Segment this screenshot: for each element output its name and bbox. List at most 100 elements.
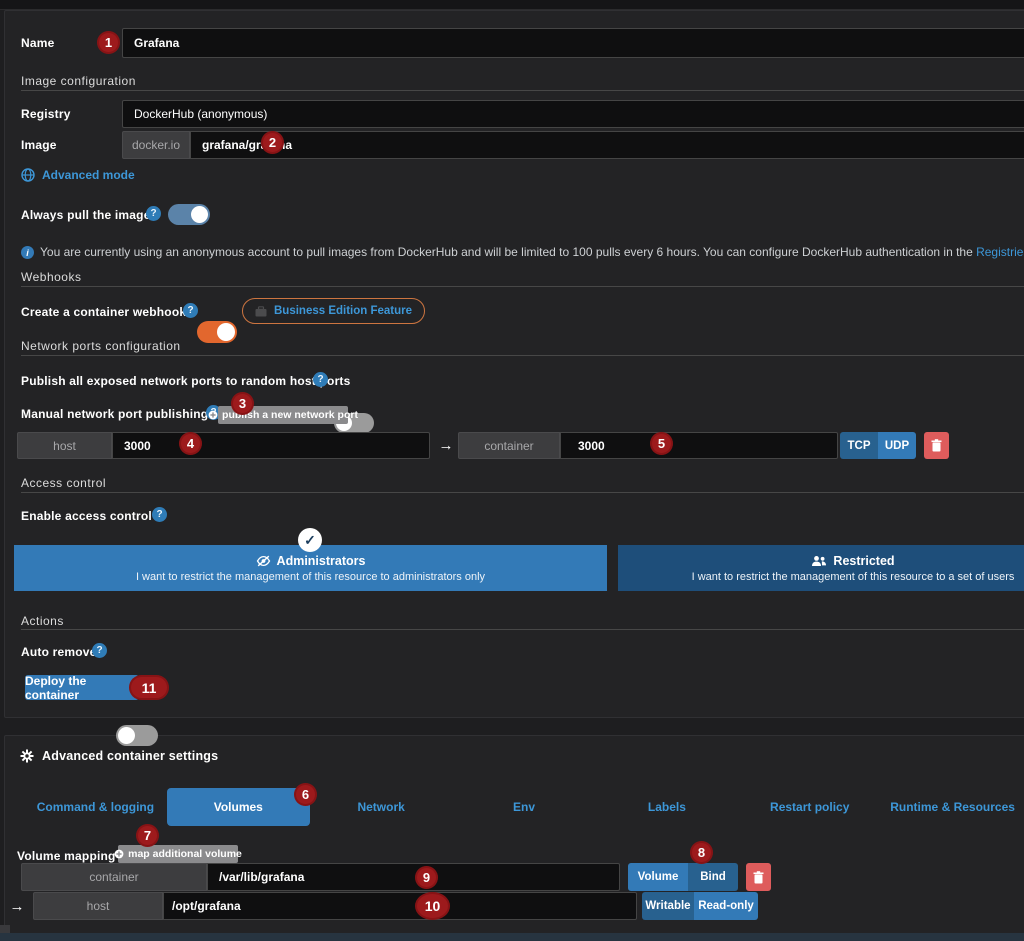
annotation-badge-2: 2 bbox=[261, 131, 284, 154]
tcp-button[interactable]: TCP bbox=[840, 432, 878, 459]
info-icon: i bbox=[21, 246, 34, 259]
business-edition-label: Business Edition Feature bbox=[274, 305, 412, 317]
restricted-description: I want to restrict the management of thi… bbox=[692, 571, 1015, 583]
section-divider bbox=[21, 90, 1024, 91]
annotation-badge-10: 10 bbox=[415, 892, 450, 920]
advanced-settings-title: Advanced container settings bbox=[42, 749, 218, 763]
image-registry-addon: docker.io bbox=[122, 131, 190, 159]
host-port-input[interactable] bbox=[112, 432, 430, 459]
help-icon[interactable]: ? bbox=[183, 303, 198, 318]
volume-type-bind-button[interactable]: Bind bbox=[688, 863, 738, 891]
tab-network[interactable]: Network bbox=[310, 788, 453, 826]
administrators-description: I want to restrict the management of thi… bbox=[136, 571, 485, 583]
map-additional-volume-label: map additional volume bbox=[128, 848, 242, 860]
help-icon[interactable]: ? bbox=[146, 206, 161, 221]
tab-command-logging[interactable]: Command & logging bbox=[24, 788, 167, 826]
container-port-addon: container bbox=[458, 432, 560, 459]
udp-button[interactable]: UDP bbox=[878, 432, 916, 459]
trash-icon bbox=[931, 439, 942, 452]
advanced-settings-tabs: Command & logging Volumes Network Env La… bbox=[24, 788, 1024, 826]
globe-icon bbox=[21, 168, 35, 182]
section-title-image-configuration: Image configuration bbox=[21, 74, 136, 88]
tab-runtime-resources[interactable]: Runtime & Resources bbox=[881, 788, 1024, 826]
restricted-title: Restricted bbox=[833, 554, 894, 568]
advanced-mode-link[interactable]: Advanced mode bbox=[21, 168, 135, 182]
map-additional-volume-button[interactable]: map additional volume bbox=[118, 845, 238, 863]
help-icon[interactable]: ? bbox=[313, 372, 328, 387]
enable-access-label: Enable access control bbox=[21, 509, 152, 523]
trash-icon bbox=[753, 871, 764, 884]
webhook-toggle[interactable] bbox=[197, 321, 237, 343]
users-icon bbox=[811, 555, 827, 567]
tab-labels[interactable]: Labels bbox=[595, 788, 738, 826]
annotation-badge-8: 8 bbox=[690, 841, 713, 864]
volume-container-addon: container bbox=[21, 863, 207, 891]
deploy-container-button[interactable]: Deploy the container bbox=[25, 675, 139, 700]
publish-all-label: Publish all exposed network ports to ran… bbox=[21, 374, 351, 388]
selected-check-icon: ✓ bbox=[298, 528, 322, 552]
annotation-badge-6: 6 bbox=[294, 783, 317, 806]
volume-readonly-button[interactable]: Read-only bbox=[694, 892, 758, 920]
section-title-network-ports: Network ports configuration bbox=[21, 339, 181, 353]
toggle-knob bbox=[191, 206, 208, 223]
always-pull-toggle[interactable] bbox=[168, 204, 210, 225]
tab-volumes[interactable]: Volumes bbox=[167, 788, 310, 826]
name-input[interactable] bbox=[122, 28, 1024, 58]
help-icon[interactable]: ? bbox=[152, 507, 167, 522]
toggle-knob bbox=[118, 727, 135, 744]
mapping-arrow-icon: → bbox=[8, 892, 26, 920]
delete-volume-button[interactable] bbox=[746, 863, 771, 891]
help-icon[interactable]: ? bbox=[92, 643, 107, 658]
section-title-webhooks: Webhooks bbox=[21, 270, 81, 284]
briefcase-icon bbox=[255, 306, 267, 317]
webhook-label: Create a container webhook bbox=[21, 305, 186, 319]
registries-view-link[interactable]: Registries View bbox=[976, 245, 1024, 259]
eye-slash-icon bbox=[256, 555, 271, 567]
section-title-actions: Actions bbox=[21, 614, 64, 628]
section-divider bbox=[21, 286, 1024, 287]
gear-icon bbox=[20, 749, 34, 763]
tab-restart-policy[interactable]: Restart policy bbox=[738, 788, 881, 826]
delete-port-button[interactable] bbox=[924, 432, 949, 459]
access-restricted-card[interactable]: Restricted I want to restrict the manage… bbox=[618, 545, 1024, 591]
volume-type-volume-button[interactable]: Volume bbox=[628, 863, 688, 891]
volume-host-addon: host bbox=[33, 892, 163, 920]
annotation-badge-3: 3 bbox=[231, 392, 254, 415]
advanced-settings-header: Advanced container settings bbox=[20, 749, 218, 763]
container-port-input[interactable] bbox=[560, 432, 838, 459]
administrators-title: Administrators bbox=[277, 554, 366, 568]
always-pull-label: Always pull the image bbox=[21, 208, 151, 222]
annotation-badge-7: 7 bbox=[136, 824, 159, 847]
toggle-knob bbox=[217, 323, 235, 341]
image-label: Image bbox=[21, 138, 57, 152]
plus-circle-icon bbox=[114, 849, 124, 859]
volume-container-path-input[interactable] bbox=[207, 863, 620, 891]
tab-env[interactable]: Env bbox=[453, 788, 596, 826]
notice-text: You are currently using an anonymous acc… bbox=[40, 245, 976, 259]
volume-mapping-label: Volume mapping bbox=[17, 849, 116, 863]
bottom-bar bbox=[0, 933, 1024, 941]
registry-select[interactable]: DockerHub (anonymous) bbox=[122, 100, 1024, 128]
auto-remove-toggle[interactable] bbox=[116, 725, 158, 746]
auto-remove-label: Auto remove bbox=[21, 645, 97, 659]
annotation-badge-5: 5 bbox=[650, 432, 673, 455]
plus-circle-icon bbox=[208, 410, 218, 420]
anonymous-pull-notice: You are currently using an anonymous acc… bbox=[40, 245, 1024, 259]
manual-publish-label: Manual network port publishing bbox=[21, 407, 208, 421]
annotation-badge-9: 9 bbox=[415, 866, 438, 889]
annotation-badge-4: 4 bbox=[179, 432, 202, 455]
volume-writable-button[interactable]: Writable bbox=[642, 892, 694, 920]
top-bar bbox=[0, 0, 1024, 10]
annotation-badge-11: 11 bbox=[129, 675, 169, 700]
section-divider bbox=[21, 355, 1024, 356]
host-port-addon: host bbox=[17, 432, 112, 459]
section-divider bbox=[21, 629, 1024, 630]
registry-selected-value: DockerHub (anonymous) bbox=[134, 107, 267, 121]
scrollbar-corner bbox=[0, 925, 10, 933]
mapping-arrow-icon: → bbox=[436, 432, 456, 459]
registry-label: Registry bbox=[21, 107, 71, 121]
business-edition-badge: Business Edition Feature bbox=[242, 298, 425, 324]
volume-host-path-input[interactable] bbox=[163, 892, 637, 920]
image-input[interactable] bbox=[190, 131, 1024, 159]
advanced-mode-label: Advanced mode bbox=[42, 168, 135, 182]
